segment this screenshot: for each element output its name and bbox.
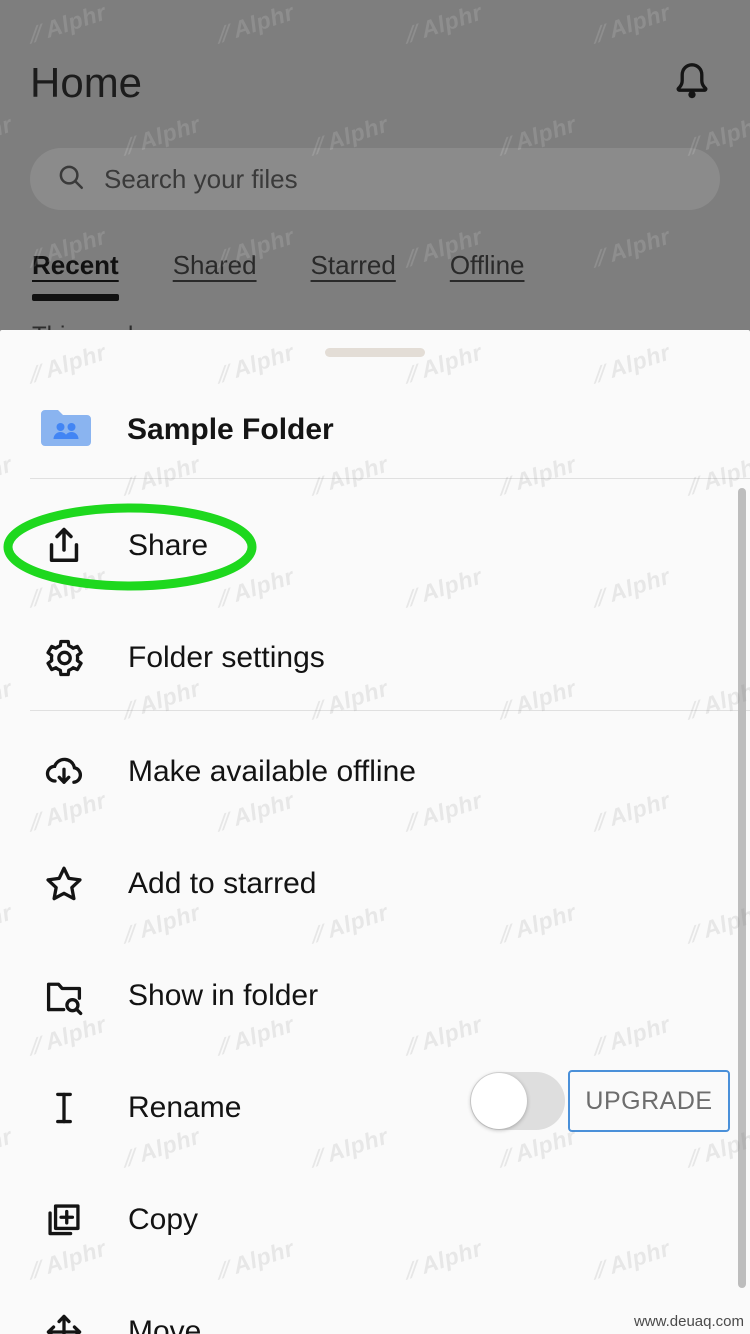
site-watermark: www.deuaq.com <box>633 1313 744 1330</box>
menu-item-label: Show in folder <box>128 979 319 1012</box>
upgrade-button[interactable]: UPGRADE <box>568 1070 730 1132</box>
tab-shared[interactable]: Shared <box>173 250 257 287</box>
menu-item-label: Copy <box>128 1203 199 1236</box>
divider-top <box>30 478 750 479</box>
menu-item-folder-settings[interactable]: Folder settings <box>0 602 750 714</box>
dimmed-app-background: Home Search your files Recent Shared Sta… <box>0 0 750 340</box>
watermark-layer-dark: ⁄⁄ Alphr⁄⁄ Alphr⁄⁄ Alphr⁄⁄ Alphr⁄⁄ Alphr… <box>0 0 750 340</box>
shared-folder-icon <box>38 405 94 456</box>
menu-item-copy[interactable]: Copy <box>0 1164 750 1276</box>
search-icon <box>56 162 86 197</box>
share-icon <box>40 522 88 570</box>
sheet-scrollbar[interactable] <box>738 488 746 1288</box>
menu-item-label: Share <box>128 529 209 562</box>
menu-item-label: Move <box>128 1315 202 1334</box>
menu-item-add-to-starred[interactable]: Add to starred <box>0 828 750 940</box>
menu-item-label: Folder settings <box>128 641 325 674</box>
copy-icon <box>40 1196 88 1244</box>
phone-screenshot: Home Search your files Recent Shared Sta… <box>0 0 750 1334</box>
tab-recent[interactable]: Recent <box>32 250 119 301</box>
divider-middle <box>30 710 750 711</box>
move-icon <box>40 1308 88 1334</box>
menu-item-show-in-folder[interactable]: Show in folder <box>0 940 750 1052</box>
toggle-thumb <box>471 1073 527 1129</box>
offline-toggle[interactable] <box>470 1072 565 1130</box>
menu-item-make-available-offline[interactable]: Make available offline <box>0 716 750 828</box>
folder-name: Sample Folder <box>127 413 334 446</box>
menu-item-label: Add to starred <box>128 867 317 900</box>
star-icon <box>40 860 88 908</box>
search-placeholder: Search your files <box>104 163 298 194</box>
folder-search-icon <box>40 972 88 1020</box>
search-input[interactable]: Search your files <box>30 148 720 210</box>
tab-bar: Recent Shared Starred Offline <box>32 250 525 301</box>
menu-item-share[interactable]: Share <box>0 490 750 602</box>
tab-starred[interactable]: Starred <box>311 250 396 287</box>
page-title: Home <box>30 59 143 106</box>
sheet-header: Sample Folder <box>0 386 750 474</box>
bell-icon[interactable] <box>664 52 720 114</box>
menu-item-label: Make available offline <box>128 755 416 788</box>
sheet-drag-handle[interactable] <box>325 348 425 357</box>
app-header: Home <box>30 52 720 114</box>
menu-item-label: Rename <box>128 1091 242 1124</box>
cloud-download-icon <box>40 748 88 796</box>
folder-options-sheet: Sample Folder Share Folder settings Make… <box>0 330 750 1334</box>
text-cursor-icon <box>40 1084 88 1132</box>
gear-icon <box>40 634 88 682</box>
tab-offline[interactable]: Offline <box>450 250 525 287</box>
